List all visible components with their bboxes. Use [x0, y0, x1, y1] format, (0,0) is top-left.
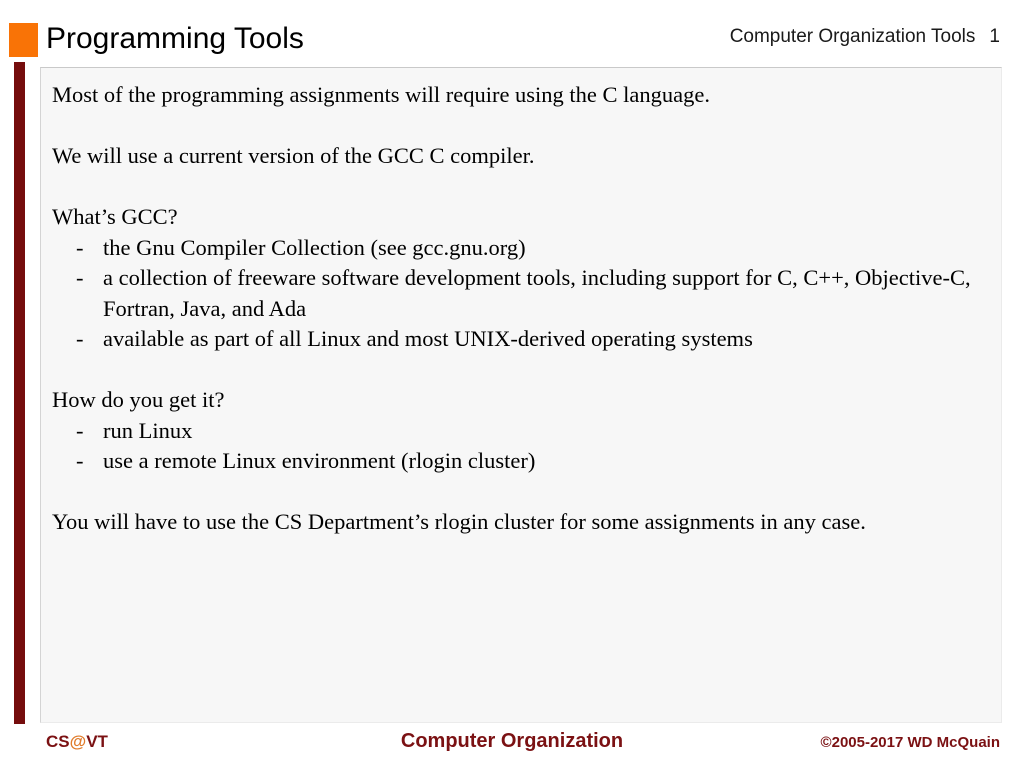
list-item: - available as part of all Linux and mos…	[52, 324, 993, 355]
bullet-dash-icon: -	[76, 326, 84, 351]
slide-number: 1	[989, 26, 1000, 47]
list-item: - use a remote Linux environment (rlogin…	[52, 446, 993, 477]
list-item-label: available as part of all Linux and most …	[103, 326, 753, 351]
body-heading-gcc: What’s GCC?	[52, 204, 178, 229]
header-course-text: Computer Organization Tools	[729, 26, 976, 47]
body-heading-get: How do you get it?	[52, 387, 225, 412]
list-item: - the Gnu Compiler Collection (see gcc.g…	[52, 233, 993, 264]
list-item: - run Linux	[52, 416, 993, 447]
left-accent-bar	[14, 62, 25, 724]
slide-header: Programming Tools Computer Organization …	[0, 0, 1024, 68]
bullet-dash-icon: -	[76, 265, 84, 290]
body-spacer-4	[52, 477, 993, 508]
slide-footer: CS@VT Computer Organization ©2005-2017 W…	[0, 724, 1024, 768]
bullet-dash-icon: -	[76, 234, 84, 260]
get-bullet-list: - run Linux - use a remote Linux environ…	[52, 416, 993, 477]
header-course-label: Computer Organization Tools 1	[730, 26, 1000, 48]
content-panel: Most of the programming assignments will…	[40, 67, 1002, 723]
body-paragraph-3: You will have to use the CS Department’s…	[52, 509, 866, 534]
list-item-label: a collection of freeware software develo…	[103, 265, 971, 321]
title-marker-square	[9, 23, 38, 57]
slide-root: Programming Tools Computer Organization …	[0, 0, 1024, 768]
body-spacer-2	[52, 172, 993, 203]
page-title: Programming Tools	[46, 22, 304, 55]
body-paragraph-1: Most of the programming assignments will…	[52, 82, 711, 107]
list-item-label: the Gnu Compiler Collection (see gcc.gnu…	[103, 234, 526, 260]
list-item: - a collection of freeware software deve…	[52, 263, 993, 324]
footer-copyright: ©2005-2017 WD McQuain	[820, 734, 1000, 751]
slide-body: Most of the programming assignments will…	[52, 80, 993, 538]
list-item-label: run Linux	[103, 417, 193, 443]
body-spacer-3	[52, 355, 993, 386]
body-paragraph-2: We will use a current version of the GCC…	[52, 143, 535, 168]
gcc-bullet-list: - the Gnu Compiler Collection (see gcc.g…	[52, 233, 993, 355]
body-spacer-1	[52, 111, 993, 142]
bullet-dash-icon: -	[76, 417, 84, 443]
bullet-dash-icon: -	[76, 448, 84, 473]
list-item-label: use a remote Linux environment (rlogin c…	[103, 448, 536, 473]
